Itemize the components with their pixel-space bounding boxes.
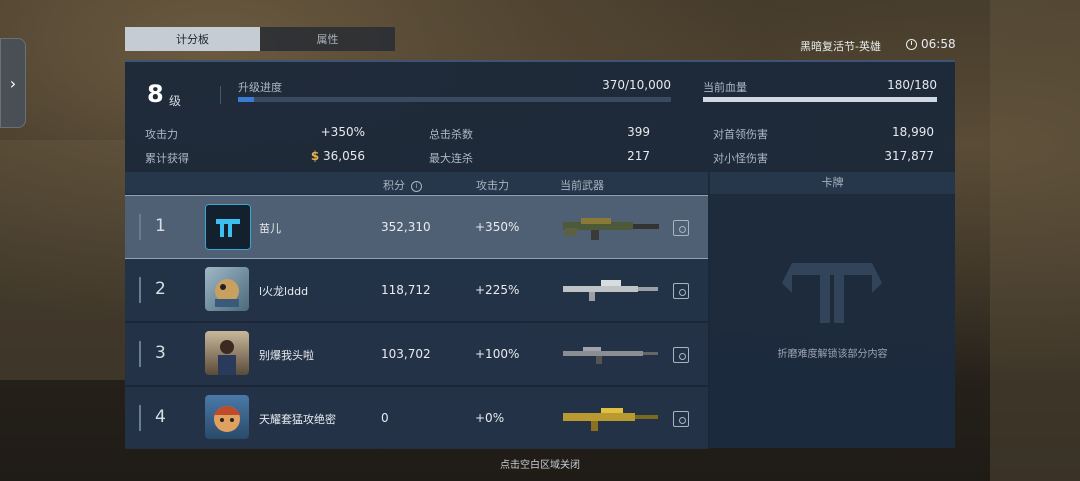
player-attack: +350% <box>475 220 520 234</box>
streak-value: 217 <box>627 149 650 163</box>
emblem-icon <box>782 263 882 323</box>
player-attack: +100% <box>475 347 520 361</box>
player-score: 103,702 <box>381 347 431 361</box>
player-score: 352,310 <box>381 220 431 234</box>
table-row[interactable]: 4 天耀套猛攻绝密 0 +0% <box>125 387 708 449</box>
card-locked-panel: 折磨难度解锁该部分内容 <box>710 195 955 448</box>
attack-header: 攻击力 <box>476 179 509 192</box>
player-name: 天耀套猛攻绝密 <box>259 413 336 426</box>
row-marker <box>139 277 141 303</box>
boss-damage-label: 对首领伤害 <box>713 128 768 141</box>
inspect-button[interactable] <box>673 220 689 236</box>
table-row[interactable]: 1 苗儿 352,310 +350% <box>125 195 708 259</box>
player-rank: 4 <box>155 407 166 427</box>
timer-value: 06:58 <box>921 37 956 51</box>
earned-value-group: $ 36,056 <box>265 149 365 163</box>
event-title: 黑暗复活节-英雄 <box>800 40 881 53</box>
rifle-icon <box>563 280 658 301</box>
tab-attributes[interactable]: 属性 <box>260 27 395 51</box>
health-label: 当前血量 <box>703 81 747 94</box>
info-icon[interactable]: i <box>411 180 422 192</box>
row-marker <box>139 214 141 240</box>
rifle-icon <box>563 408 658 431</box>
player-name: l火龙lddd <box>259 285 309 298</box>
streak-label: 最大连杀 <box>429 152 473 165</box>
tab-bar: 计分板 属性 <box>125 27 395 51</box>
dragon-avatar-icon <box>215 279 239 307</box>
scoreboard-panel: 8 级 升级进度 370/10,000 当前血量 180/180 攻击力 +35… <box>125 60 955 449</box>
player-rank: 1 <box>155 216 166 236</box>
inspect-button[interactable] <box>673 411 689 427</box>
background-wall <box>0 140 125 380</box>
boss-damage-value: 18,990 <box>892 125 934 139</box>
player-name: 别爆我头啦 <box>259 349 314 362</box>
upgrade-progress-label: 升级进度 <box>238 81 282 94</box>
player-score: 118,712 <box>381 283 431 297</box>
level-number: 8 <box>147 80 164 108</box>
score-header: 积分 i <box>383 177 422 193</box>
card-locked-text: 折磨难度解锁该部分内容 <box>777 349 888 360</box>
player-rank: 2 <box>155 279 166 299</box>
table-row[interactable]: 3 别爆我头啦 103,702 +100% <box>125 323 708 385</box>
table-header: 积分 i 攻击力 当前武器 <box>125 172 708 194</box>
earned-value: 36,056 <box>323 149 365 163</box>
logo-icon <box>206 205 250 249</box>
player-attack: +0% <box>475 411 505 425</box>
kills-label: 总击杀数 <box>429 128 473 141</box>
close-hint[interactable]: 点击空白区域关闭 <box>0 456 1080 471</box>
avatar <box>205 331 249 375</box>
tab-scoreboard[interactable]: 计分板 <box>125 27 260 51</box>
score-header-label: 积分 <box>383 179 405 192</box>
inspect-button[interactable] <box>673 283 689 299</box>
attack-label: 攻击力 <box>145 128 178 141</box>
health-bar-fill <box>703 97 937 102</box>
rifle-icon <box>563 218 659 240</box>
health-value: 180/180 <box>887 78 937 92</box>
minion-damage-label: 对小怪伤害 <box>713 152 768 165</box>
avatar <box>205 204 251 250</box>
table-row[interactable]: 2 l火龙lddd 118,712 +225% <box>125 259 708 321</box>
inspect-button[interactable] <box>673 347 689 363</box>
side-expand-button[interactable]: › <box>0 38 26 128</box>
minion-damage-value: 317,877 <box>884 149 934 163</box>
card-header: 卡牌 <box>710 172 955 194</box>
currency-icon: $ <box>310 149 320 163</box>
health-bar <box>703 97 937 102</box>
player-attack: +225% <box>475 283 520 297</box>
player-rank: 3 <box>155 343 166 363</box>
player-name: 苗儿 <box>259 222 281 235</box>
level-unit: 级 <box>169 94 182 108</box>
row-marker <box>139 405 141 431</box>
row-marker <box>139 341 141 367</box>
rifle-icon <box>563 347 658 364</box>
upgrade-progress-value: 370/10,000 <box>602 78 671 92</box>
chevron-right-icon: › <box>9 73 17 93</box>
avatar <box>205 267 249 311</box>
upgrade-progress-bar <box>238 97 671 102</box>
earned-label: 累计获得 <box>145 152 189 165</box>
player-score: 0 <box>381 411 389 425</box>
avatar <box>205 395 249 439</box>
kills-value: 399 <box>627 125 650 139</box>
weapon-header: 当前武器 <box>560 179 604 192</box>
upgrade-progress-fill <box>238 97 255 102</box>
background-pillar <box>990 0 1080 481</box>
divider <box>220 86 221 104</box>
attack-value: +350% <box>320 125 365 139</box>
cartoon-avatar-icon <box>213 406 241 432</box>
match-timer: 06:58 <box>906 37 956 51</box>
person-avatar-icon <box>218 340 236 375</box>
clock-icon <box>906 38 917 50</box>
